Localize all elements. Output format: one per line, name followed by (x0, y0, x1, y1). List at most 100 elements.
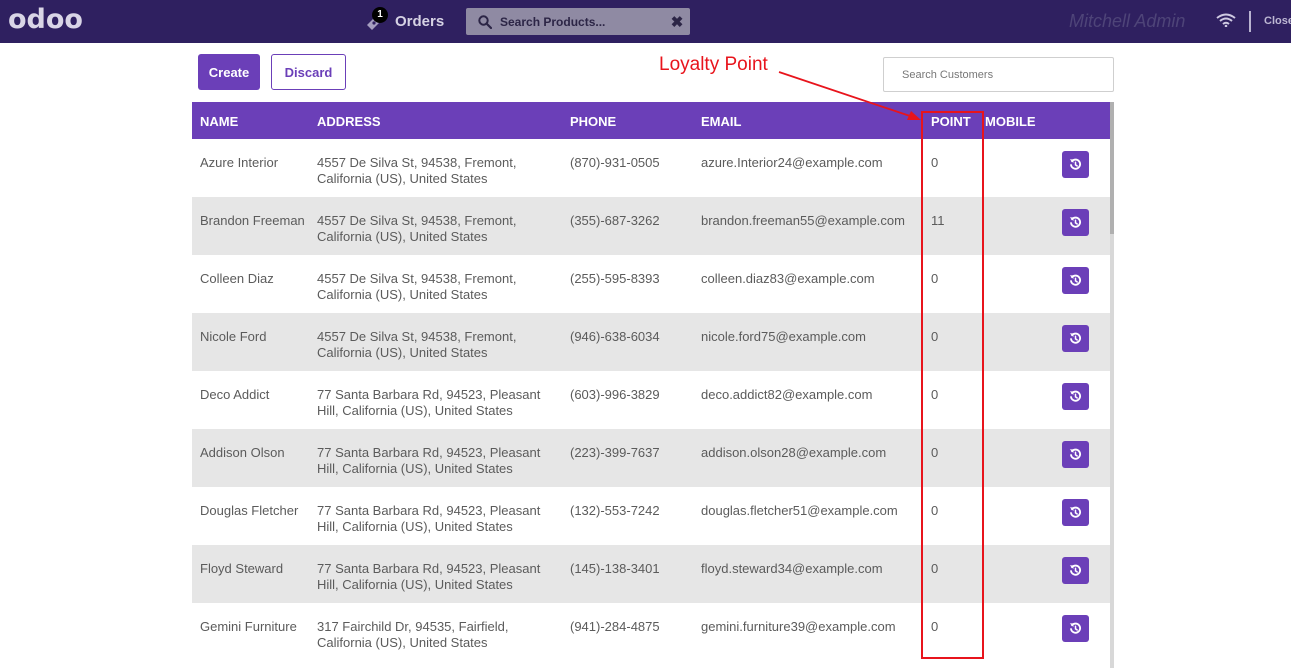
history-icon (1069, 216, 1081, 228)
history-icon (1069, 448, 1081, 460)
customer-phone: (946)-638-6034 (570, 329, 660, 344)
customer-name: Douglas Fletcher (200, 503, 299, 518)
customer-phone: (870)-931-0505 (570, 155, 660, 170)
discard-button[interactable]: Discard (271, 54, 346, 90)
customer-phone: (941)-284-4875 (570, 619, 660, 634)
cashier-name[interactable]: Mitchell Admin (1069, 11, 1185, 32)
history-icon (1069, 390, 1081, 402)
search-products-placeholder: Search Products... (500, 14, 606, 29)
customer-phone: (255)-595-8393 (570, 271, 660, 286)
loyalty-point-annotation: Loyalty Point (659, 54, 768, 75)
customer-address: 77 Santa Barbara Rd, 94523, Pleasant Hil… (317, 503, 541, 534)
history-icon (1069, 564, 1081, 576)
customer-phone: (145)-138-3401 (570, 561, 660, 576)
customer-address: 317 Fairchild Dr, 94535, Fairfield, Cali… (317, 619, 509, 650)
table-row[interactable]: Floyd Steward 77 Santa Barbara Rd, 94523,… (192, 545, 1112, 603)
customer-address: 77 Santa Barbara Rd, 94523, Pleasant Hil… (317, 445, 541, 476)
table-scrollbar[interactable] (1110, 102, 1114, 668)
edit-customer-button[interactable] (1062, 499, 1089, 526)
history-icon (1069, 506, 1081, 518)
column-header-address: ADDRESS (317, 114, 381, 129)
customer-address: 4557 De Silva St, 94538, Fremont, Califo… (317, 271, 517, 302)
customer-address: 77 Santa Barbara Rd, 94523, Pleasant Hil… (317, 561, 541, 592)
customer-email: brandon.freeman55@example.com (701, 213, 905, 228)
customer-phone: (223)-399-7637 (570, 445, 660, 460)
table-row[interactable]: Deco Addict 77 Santa Barbara Rd, 94523, P… (192, 371, 1112, 429)
customer-email: deco.addict82@example.com (701, 387, 873, 402)
table-header: NAME ADDRESS PHONE EMAIL POINT MOBILE (192, 102, 1112, 139)
search-icon (472, 8, 498, 35)
history-icon (1069, 332, 1081, 344)
edit-customer-button[interactable] (1062, 325, 1089, 352)
customer-address: 4557 De Silva St, 94538, Fremont, Califo… (317, 213, 517, 244)
edit-customer-button[interactable] (1062, 267, 1089, 294)
customer-phone: (355)-687-3262 (570, 213, 660, 228)
header-divider (1249, 11, 1251, 32)
orders-button[interactable]: 1 Orders (365, 6, 444, 36)
customer-name: Gemini Furniture (200, 619, 297, 634)
customer-email: addison.olson28@example.com (701, 445, 887, 460)
customer-email: azure.Interior24@example.com (701, 155, 883, 170)
clear-search-icon[interactable]: ✖ (664, 13, 690, 31)
table-row[interactable]: Gemini Furniture 317 Fairchild Dr, 94535,… (192, 603, 1112, 661)
customer-name: Colleen Diaz (200, 271, 274, 286)
table-row[interactable]: Nicole Ford 4557 De Silva St, 94538, Frem… (192, 313, 1112, 371)
customer-name: Brandon Freeman (200, 213, 305, 228)
orders-label: Orders (395, 12, 445, 30)
customer-loyalty-point: 0 (931, 619, 939, 634)
customer-address: 4557 De Silva St, 94538, Fremont, Califo… (317, 329, 517, 360)
customer-email: gemini.furniture39@example.com (701, 619, 896, 634)
customer-loyalty-point: 0 (931, 155, 939, 170)
customer-email: floyd.steward34@example.com (701, 561, 883, 576)
customer-name: Azure Interior (200, 155, 279, 170)
column-header-point: POINT (931, 114, 971, 129)
edit-customer-button[interactable] (1062, 615, 1089, 642)
history-icon (1069, 274, 1081, 286)
customer-loyalty-point: 0 (931, 271, 939, 286)
edit-customer-button[interactable] (1062, 209, 1089, 236)
customer-email: colleen.diaz83@example.com (701, 271, 875, 286)
orders-count-badge: 1 (372, 7, 388, 23)
customer-loyalty-point: 0 (931, 329, 939, 344)
wifi-icon (1216, 13, 1236, 32)
edit-customer-button[interactable] (1062, 151, 1089, 178)
history-icon (1069, 158, 1081, 170)
customer-name: Nicole Ford (200, 329, 267, 344)
column-header-email: EMAIL (701, 114, 742, 129)
customer-address: 4557 De Silva St, 94538, Fremont, Califo… (317, 155, 517, 186)
close-button[interactable]: Close (1264, 15, 1291, 27)
odoo-logo: odoo (8, 4, 83, 35)
column-header-mobile: MOBILE (985, 114, 1036, 129)
customer-phone: (603)-996-3829 (570, 387, 660, 402)
customer-loyalty-point: 0 (931, 387, 939, 402)
customer-name: Addison Olson (200, 445, 285, 460)
customer-phone: (132)-553-7242 (570, 503, 660, 518)
table-row[interactable]: Colleen Diaz 4557 De Silva St, 94538, Fre… (192, 255, 1112, 313)
scrollbar-thumb[interactable] (1110, 102, 1114, 234)
customer-name: Floyd Steward (200, 561, 284, 576)
customer-email: nicole.ford75@example.com (701, 329, 866, 344)
search-customers-input[interactable] (883, 57, 1114, 92)
customer-loyalty-point: 0 (931, 561, 939, 576)
table-row[interactable]: Brandon Freeman 4557 De Silva St, 94538, … (192, 197, 1112, 255)
customer-name: Deco Addict (200, 387, 270, 402)
column-header-name: NAME (200, 114, 239, 129)
table-row[interactable]: Addison Olson 77 Santa Barbara Rd, 94523,… (192, 429, 1112, 487)
customer-loyalty-point: 11 (931, 213, 945, 228)
create-button[interactable]: Create (198, 54, 260, 90)
history-icon (1069, 622, 1081, 634)
table-row[interactable]: Douglas Fletcher 77 Santa Barbara Rd, 945… (192, 487, 1112, 545)
table-row[interactable]: Azure Interior 4557 De Silva St, 94538, F… (192, 139, 1112, 197)
customer-loyalty-point: 0 (931, 445, 939, 460)
edit-customer-button[interactable] (1062, 383, 1089, 410)
top-bar: odoo 1 Orders Search Products... ✖ Mitch… (0, 0, 1291, 43)
customer-address: 77 Santa Barbara Rd, 94523, Pleasant Hil… (317, 387, 541, 418)
customer-loyalty-point: 0 (931, 503, 939, 518)
search-products-field[interactable]: Search Products... ✖ (466, 8, 690, 35)
column-header-phone: PHONE (570, 114, 617, 129)
edit-customer-button[interactable] (1062, 557, 1089, 584)
customer-email: douglas.fletcher51@example.com (701, 503, 898, 518)
ticket-icon: 1 (365, 7, 388, 32)
customer-table: NAME ADDRESS PHONE EMAIL POINT MOBILE Az… (192, 102, 1112, 668)
edit-customer-button[interactable] (1062, 441, 1089, 468)
